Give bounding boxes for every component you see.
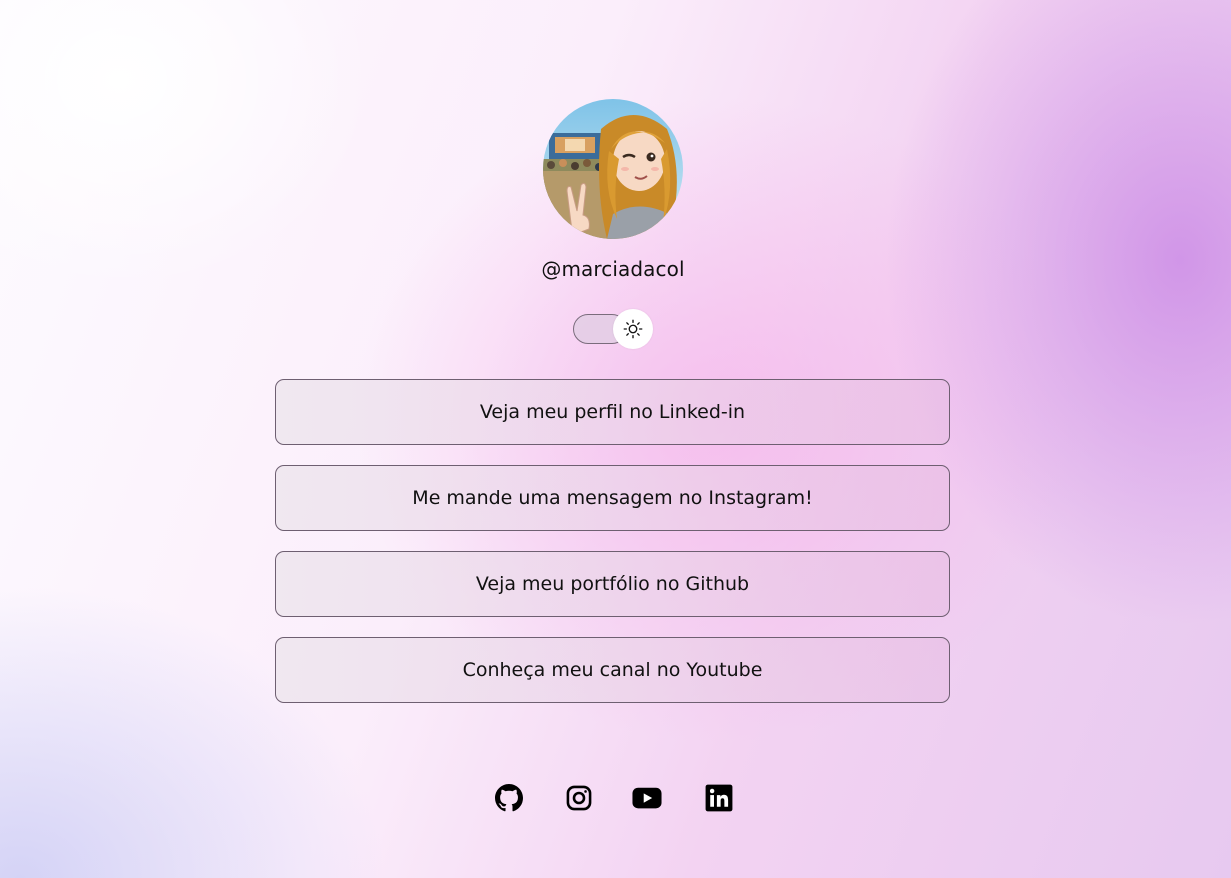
instagram-social-link[interactable] bbox=[564, 783, 594, 813]
github-link-button[interactable]: Veja meu portfólio no Github bbox=[275, 551, 950, 617]
avatar-illustration bbox=[543, 99, 683, 239]
link-list: Veja meu perfil no Linked-in Me mande um… bbox=[275, 379, 950, 723]
youtube-icon bbox=[632, 787, 662, 809]
instagram-link-button[interactable]: Me mande uma mensagem no Instagram! bbox=[275, 465, 950, 531]
social-icons bbox=[494, 783, 734, 813]
youtube-social-link[interactable] bbox=[632, 783, 662, 813]
theme-toggle-knob[interactable] bbox=[613, 309, 653, 349]
github-social-link[interactable] bbox=[494, 783, 524, 813]
sun-icon bbox=[623, 319, 643, 339]
link-page: @marciadacol Veja meu perfil no Linked-i… bbox=[0, 0, 1231, 878]
youtube-link-button[interactable]: Conheça meu canal no Youtube bbox=[275, 637, 950, 703]
linkedin-icon bbox=[705, 784, 733, 812]
instagram-icon bbox=[566, 785, 592, 811]
linkedin-link-button[interactable]: Veja meu perfil no Linked-in bbox=[275, 379, 950, 445]
github-icon bbox=[495, 784, 523, 812]
username: @marciadacol bbox=[541, 257, 685, 281]
linkedin-social-link[interactable] bbox=[704, 783, 734, 813]
profile-avatar bbox=[543, 99, 683, 239]
